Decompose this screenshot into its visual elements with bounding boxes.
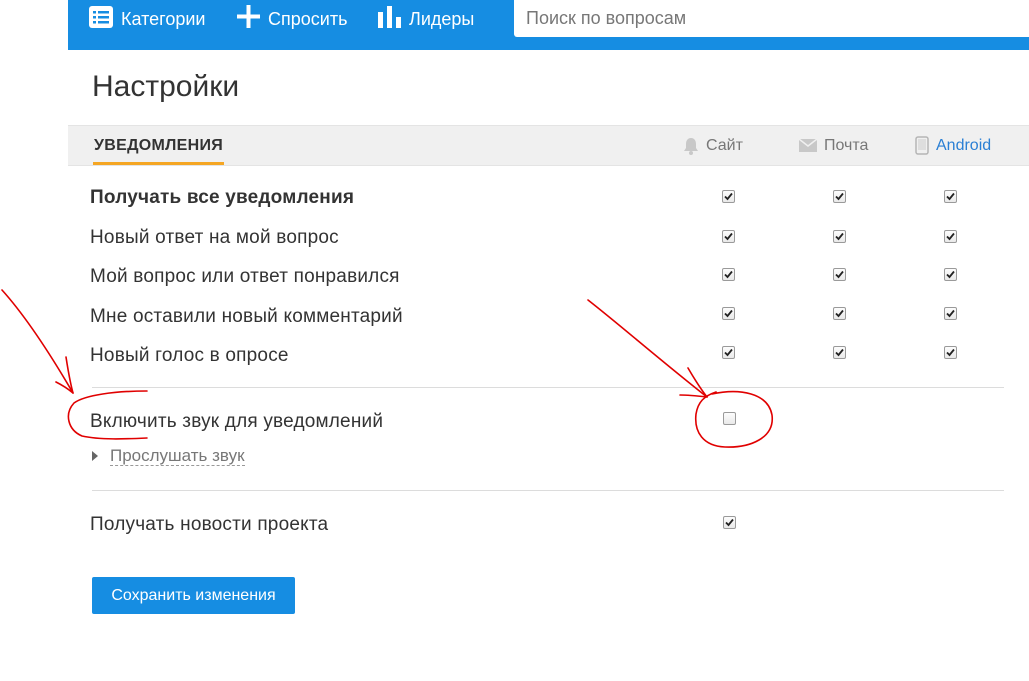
nav-ask-label: Спросить [268, 8, 348, 29]
checkbox-liked-site[interactable] [722, 268, 735, 281]
expand-triangle-icon [92, 451, 98, 461]
envelope-icon [799, 139, 817, 152]
checkmark-icon [835, 309, 844, 318]
column-mail-label: Почта [824, 136, 869, 154]
column-android: Android [915, 126, 991, 165]
listen-sound-toggle[interactable]: Прослушать звук [92, 445, 245, 467]
checkbox-poll-vote-android[interactable] [944, 346, 957, 359]
checkmark-icon [724, 232, 733, 241]
row-all-notifications: Получать все уведомления [90, 187, 355, 208]
row-enable-sound: Включить звук для уведомлений [90, 411, 384, 432]
checkbox-poll-vote-mail[interactable] [833, 346, 846, 359]
row-liked: Мой вопрос или ответ понравился [90, 266, 400, 287]
checkbox-new-comment-site[interactable] [722, 307, 735, 320]
checkbox-liked-mail[interactable] [833, 268, 846, 281]
settings-tab-bar: УВЕДОМЛЕНИЯ Сайт Почта Android [68, 125, 1029, 166]
nav-categories-label: Категории [121, 8, 206, 29]
plus-icon [237, 5, 260, 33]
checkbox-all-mail[interactable] [833, 190, 846, 203]
checkbox-new-answer-android[interactable] [944, 230, 957, 243]
checkmark-icon [725, 518, 734, 527]
checkbox-new-comment-android[interactable] [944, 307, 957, 320]
row-project-news: Получать новости проекта [90, 514, 329, 535]
checkmark-icon [835, 192, 844, 201]
checkbox-project-news[interactable] [723, 516, 736, 529]
list-icon [89, 5, 113, 33]
row-new-comment: Мне оставили новый комментарий [90, 306, 403, 327]
checkmark-icon [946, 270, 955, 279]
column-site-label: Сайт [706, 136, 743, 154]
checkmark-icon [946, 348, 955, 357]
nav-leaders[interactable]: Лидеры [378, 0, 474, 38]
listen-sound-label: Прослушать звук [110, 445, 245, 466]
checkbox-all-site[interactable] [722, 190, 735, 203]
checkbox-new-answer-mail[interactable] [833, 230, 846, 243]
checkmark-icon [724, 348, 733, 357]
row-poll-vote: Новый голос в опросе [90, 345, 289, 366]
checkmark-icon [835, 348, 844, 357]
bell-icon [684, 137, 698, 155]
search-input[interactable] [514, 0, 1029, 37]
checkbox-all-android[interactable] [944, 190, 957, 203]
top-nav-bar: Категории Спросить Лидеры [68, 0, 1029, 50]
checkmark-icon [724, 192, 733, 201]
nav-categories[interactable]: Категории [89, 0, 205, 38]
checkbox-poll-vote-site[interactable] [722, 346, 735, 359]
page-title: Настройки [92, 70, 240, 103]
nav-ask[interactable]: Спросить [237, 0, 347, 38]
checkbox-new-answer-site[interactable] [722, 230, 735, 243]
checkmark-icon [724, 309, 733, 318]
save-button[interactable]: Сохранить изменения [92, 577, 295, 614]
checkmark-icon [946, 309, 955, 318]
column-site: Сайт [683, 126, 743, 165]
section-divider [92, 387, 1004, 388]
tab-notifications[interactable]: УВЕДОМЛЕНИЯ [93, 126, 225, 165]
checkmark-icon [835, 232, 844, 241]
bar-chart-icon [378, 5, 401, 33]
nav-leaders-label: Лидеры [409, 8, 475, 29]
column-mail: Почта [799, 126, 868, 165]
checkmark-icon [946, 232, 955, 241]
checkmark-icon [835, 270, 844, 279]
checkbox-liked-android[interactable] [944, 268, 957, 281]
column-android-label: Android [936, 136, 992, 154]
section-divider [92, 490, 1004, 491]
phone-icon [915, 136, 929, 155]
checkbox-new-comment-mail[interactable] [833, 307, 846, 320]
checkmark-icon [724, 270, 733, 279]
checkmark-icon [946, 192, 955, 201]
row-new-answer: Новый ответ на мой вопрос [90, 227, 339, 248]
checkbox-enable-sound[interactable] [723, 412, 736, 425]
